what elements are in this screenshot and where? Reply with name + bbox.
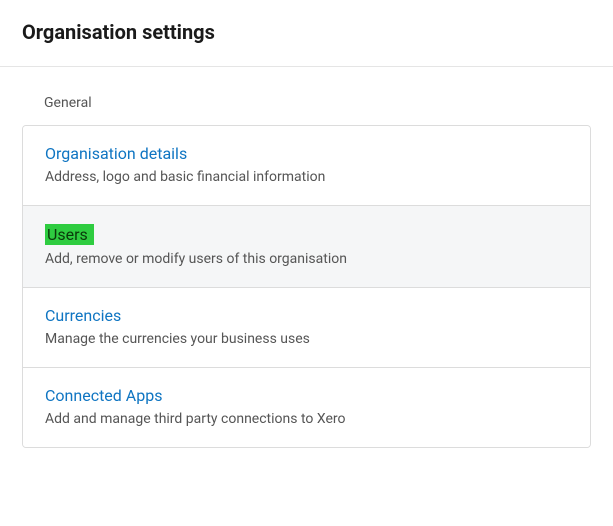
list-item-organisation-details[interactable]: Organisation details Address, logo and b… — [23, 126, 590, 206]
page-title: Organisation settings — [22, 20, 591, 44]
list-item-connected-apps[interactable]: Connected Apps Add and manage third part… — [23, 368, 590, 447]
item-title-organisation-details: Organisation details — [45, 144, 187, 163]
item-title-users: Users — [45, 224, 94, 245]
content-area: General Organisation details Address, lo… — [0, 67, 613, 468]
item-title-connected-apps: Connected Apps — [45, 386, 162, 405]
settings-card: Organisation details Address, logo and b… — [22, 125, 591, 448]
item-desc-users: Add, remove or modify users of this orga… — [45, 251, 568, 267]
item-title-currencies: Currencies — [45, 306, 121, 325]
item-desc-connected-apps: Add and manage third party connections t… — [45, 411, 568, 427]
list-item-users[interactable]: Users Add, remove or modify users of thi… — [23, 206, 590, 288]
item-desc-organisation-details: Address, logo and basic financial inform… — [45, 169, 568, 185]
list-item-currencies[interactable]: Currencies Manage the currencies your bu… — [23, 288, 590, 368]
page-header: Organisation settings — [0, 0, 613, 67]
item-desc-currencies: Manage the currencies your business uses — [45, 331, 568, 347]
section-label: General — [44, 95, 591, 111]
